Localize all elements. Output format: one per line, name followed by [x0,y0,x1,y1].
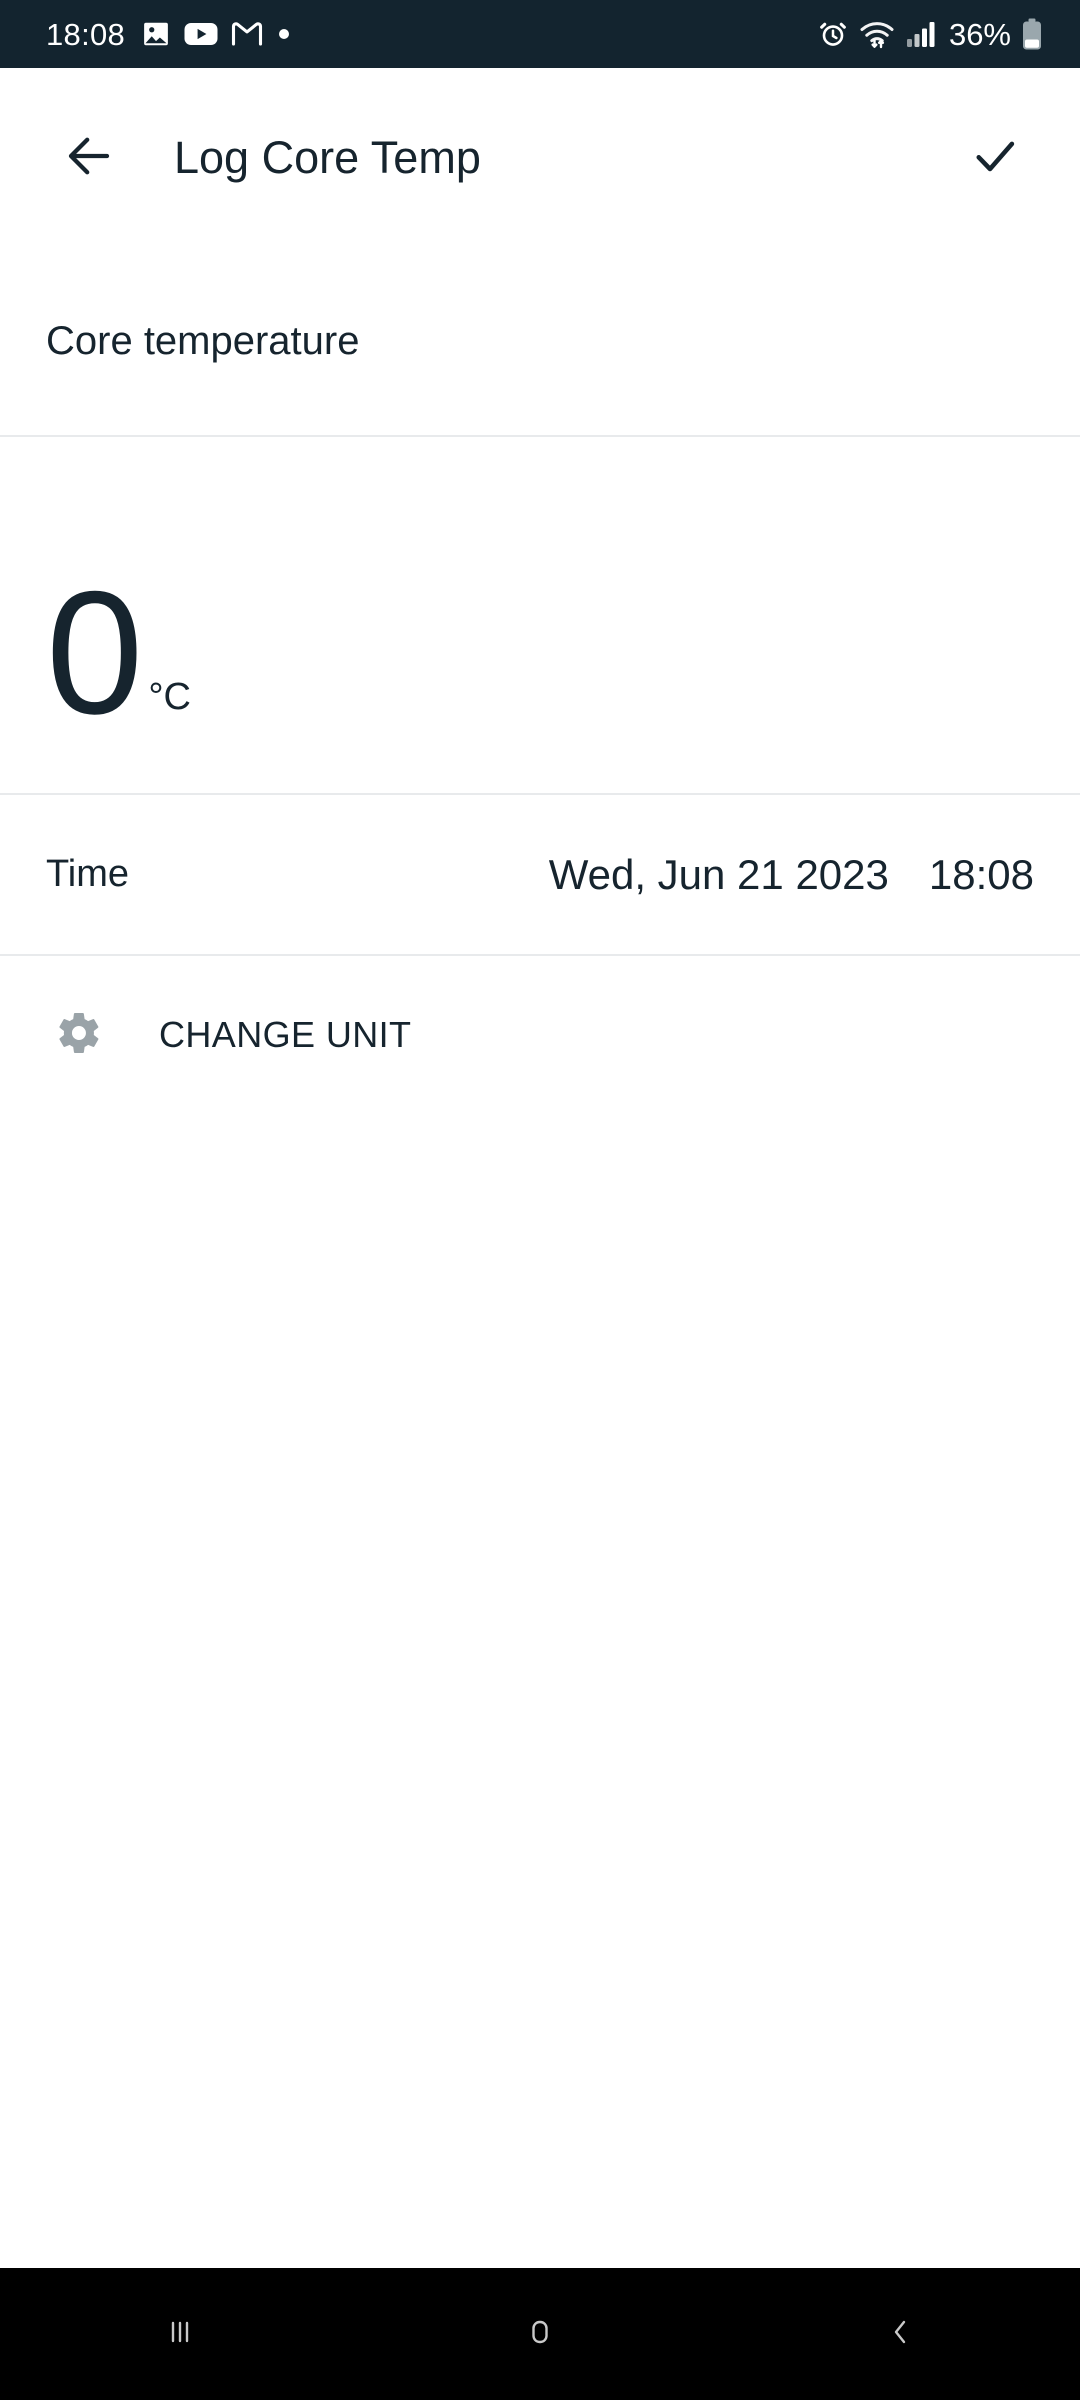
section-header-label: Core temperature [46,319,359,364]
status-bar: 18:08 [0,0,1080,68]
recents-icon [158,2310,202,2359]
gallery-icon [141,19,171,49]
status-bar-right: 36% [818,18,1042,50]
signal-icon [906,20,936,48]
core-temperature-value: 0 [46,582,142,726]
back-chevron-icon [878,2310,922,2359]
status-bar-left: 18:08 [46,19,292,50]
time-row: Time Wed, Jun 21 2023 18:08 [0,795,1080,954]
battery-percent-label: 36% [949,19,1011,50]
section-header: Core temperature [0,248,1080,435]
change-unit-button[interactable]: CHANGE UNIT [0,956,1080,1114]
wifi-icon [859,19,895,49]
home-button[interactable] [360,2268,720,2400]
gear-icon [55,1009,103,1062]
check-icon [969,130,1021,187]
youtube-icon [184,21,218,47]
alarm-icon [818,19,848,49]
content-area: Core temperature 0 °C Time Wed, Jun 21 2… [0,248,1080,2268]
status-bar-clock: 18:08 [46,19,125,50]
back-button-nav[interactable] [720,2268,1080,2400]
dot-indicator-icon [276,26,292,42]
recents-button[interactable] [0,2268,360,2400]
app-bar: Log Core Temp [0,68,1080,248]
core-temperature-unit: °C [148,676,191,725]
home-icon [518,2310,562,2359]
back-button[interactable] [50,119,128,197]
gmail-icon [231,20,263,48]
time-values: Wed, Jun 21 2023 18:08 [549,851,1034,899]
core-temperature-value-row[interactable]: 0 °C [0,437,1080,793]
system-navigation-bar [0,2268,1080,2400]
arrow-left-icon [62,129,116,188]
change-unit-label: CHANGE UNIT [159,1014,411,1056]
time-label: Time [46,853,129,896]
time-clock-value[interactable]: 18:08 [929,851,1034,899]
time-date-value[interactable]: Wed, Jun 21 2023 [549,851,889,899]
battery-icon [1022,18,1042,50]
confirm-button[interactable] [956,119,1034,197]
page-title: Log Core Temp [174,132,956,184]
